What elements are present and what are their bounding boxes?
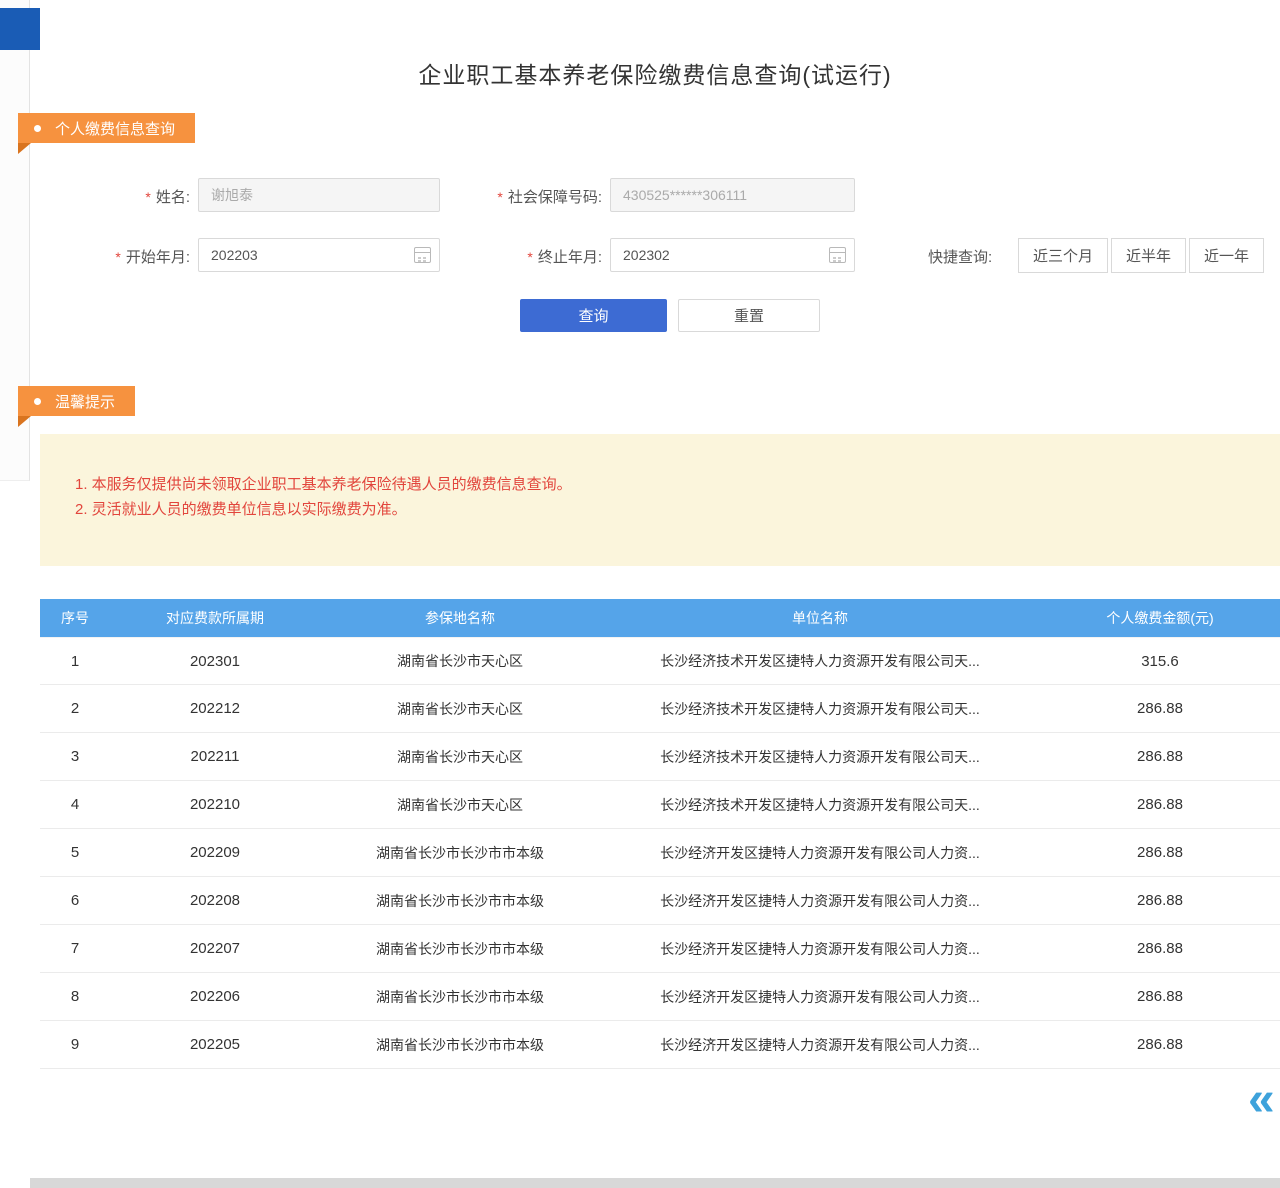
notice-line: 2. 灵活就业人员的缴费单位信息以实际缴费为准。 [75,497,1260,522]
notice-line: 1. 本服务仅提供尚未领取企业职工基本养老保险待遇人员的缴费信息查询。 [75,472,1260,497]
required-asterisk: * [527,249,532,265]
col-header-region: 参保地名称 [320,608,600,628]
table-row: 6 202208 湖南省长沙市长沙市市本级 长沙经济开发区捷特人力资源开发有限公… [40,877,1280,925]
collapse-panel-chevron-icon[interactable]: « [1248,1076,1275,1124]
cell-seq: 4 [40,796,110,813]
cell-company: 长沙经济开发区捷特人力资源开发有限公司人力资... [600,843,1040,863]
sidebar-toggle-tab[interactable] [0,8,40,50]
cell-amount: 286.88 [1040,796,1280,813]
reset-button[interactable]: 重置 [678,299,820,332]
table-row: 1 202301 湖南省长沙市天心区 长沙经济技术开发区捷特人力资源开发有限公司… [40,637,1280,685]
cell-period: 202211 [110,748,320,765]
cell-region: 湖南省长沙市长沙市市本级 [320,939,600,959]
table-row: 2 202212 湖南省长沙市天心区 长沙经济技术开发区捷特人力资源开发有限公司… [40,685,1280,733]
cell-amount: 286.88 [1040,748,1280,765]
table-row: 7 202207 湖南省长沙市长沙市市本级 长沙经济开发区捷特人力资源开发有限公… [40,925,1280,973]
ssn-input[interactable] [610,178,855,212]
table-header-row: 序号 对应费款所属期 参保地名称 单位名称 个人缴费金额(元) [40,599,1280,637]
cell-period: 202212 [110,700,320,717]
cell-amount: 286.88 [1040,940,1280,957]
cell-period: 202205 [110,1036,320,1053]
required-asterisk: * [497,189,502,205]
quick-query-label: 快捷查询: [928,246,992,267]
query-button[interactable]: 查询 [520,299,667,332]
section-header-tips: 温馨提示 [18,386,135,416]
ribbon-fold-decoration [18,143,31,154]
calendar-icon[interactable] [829,247,846,263]
cell-company: 长沙经济开发区捷特人力资源开发有限公司人力资... [600,987,1040,1007]
cell-region: 湖南省长沙市长沙市市本级 [320,843,600,863]
start-month-label: *开始年月: [60,246,190,267]
cell-company: 长沙经济技术开发区捷特人力资源开发有限公司天... [600,795,1040,815]
name-input[interactable] [198,178,440,212]
cell-region: 湖南省长沙市天心区 [320,651,600,671]
cell-period: 202301 [110,653,320,670]
quick-btn-half-year[interactable]: 近半年 [1111,238,1186,273]
cell-seq: 3 [40,748,110,765]
page-root: 企业职工基本养老保险缴费信息查询(试运行) 个人缴费信息查询 *姓名: *社会保… [0,0,1280,1188]
section-header-query: 个人缴费信息查询 [18,113,195,143]
table-body: 1 202301 湖南省长沙市天心区 长沙经济技术开发区捷特人力资源开发有限公司… [40,637,1280,1069]
table-row: 9 202205 湖南省长沙市长沙市市本级 长沙经济开发区捷特人力资源开发有限公… [40,1021,1280,1069]
cell-region: 湖南省长沙市长沙市市本级 [320,1035,600,1055]
quick-query-group: 近三个月 近半年 近一年 [1018,238,1264,273]
cell-amount: 315.6 [1040,653,1280,670]
cell-seq: 2 [40,700,110,717]
cell-period: 202206 [110,988,320,1005]
section-header-query-label: 个人缴费信息查询 [55,118,175,139]
section-header-tips-label: 温馨提示 [55,391,115,412]
cell-amount: 286.88 [1040,844,1280,861]
start-month-input[interactable] [198,238,440,272]
cell-amount: 286.88 [1040,892,1280,909]
cell-region: 湖南省长沙市长沙市市本级 [320,987,600,1007]
cell-seq: 9 [40,1036,110,1053]
cell-company: 长沙经济开发区捷特人力资源开发有限公司人力资... [600,939,1040,959]
table-row: 3 202211 湖南省长沙市天心区 长沙经济技术开发区捷特人力资源开发有限公司… [40,733,1280,781]
end-month-input[interactable] [610,238,855,272]
ssn-label: *社会保障号码: [452,186,602,207]
cell-period: 202210 [110,796,320,813]
cell-region: 湖南省长沙市长沙市市本级 [320,891,600,911]
cell-region: 湖南省长沙市天心区 [320,699,600,719]
ribbon-fold-decoration [18,416,31,427]
cell-seq: 7 [40,940,110,957]
bullet-icon [34,125,41,132]
col-header-period: 对应费款所属期 [110,608,320,628]
page-title: 企业职工基本养老保险缴费信息查询(试运行) [30,56,1280,90]
col-header-company: 单位名称 [600,608,1040,628]
col-header-seq: 序号 [40,608,110,628]
cell-company: 长沙经济开发区捷特人力资源开发有限公司人力资... [600,1035,1040,1055]
calendar-icon[interactable] [414,247,431,263]
cell-period: 202208 [110,892,320,909]
col-header-amount: 个人缴费金额(元) [1040,608,1280,628]
cell-period: 202209 [110,844,320,861]
table-row: 5 202209 湖南省长沙市长沙市市本级 长沙经济开发区捷特人力资源开发有限公… [40,829,1280,877]
bullet-icon [34,398,41,405]
payment-table: 序号 对应费款所属期 参保地名称 单位名称 个人缴费金额(元) 1 202301… [40,599,1280,1069]
required-asterisk: * [145,189,150,205]
cell-company: 长沙经济技术开发区捷特人力资源开发有限公司天... [600,651,1040,671]
cell-amount: 286.88 [1040,700,1280,717]
quick-btn-3-months[interactable]: 近三个月 [1018,238,1108,273]
notice-box: 1. 本服务仅提供尚未领取企业职工基本养老保险待遇人员的缴费信息查询。 2. 灵… [40,434,1280,566]
required-asterisk: * [115,249,120,265]
cell-seq: 6 [40,892,110,909]
table-row: 4 202210 湖南省长沙市天心区 长沙经济技术开发区捷特人力资源开发有限公司… [40,781,1280,829]
cell-seq: 5 [40,844,110,861]
cell-seq: 1 [40,653,110,670]
horizontal-scrollbar[interactable] [30,1178,1280,1188]
cell-period: 202207 [110,940,320,957]
cell-region: 湖南省长沙市天心区 [320,795,600,815]
cell-company: 长沙经济开发区捷特人力资源开发有限公司人力资... [600,891,1040,911]
cell-company: 长沙经济技术开发区捷特人力资源开发有限公司天... [600,747,1040,767]
end-month-label: *终止年月: [452,246,602,267]
cell-amount: 286.88 [1040,1036,1280,1053]
cell-seq: 8 [40,988,110,1005]
cell-region: 湖南省长沙市天心区 [320,747,600,767]
cell-company: 长沙经济技术开发区捷特人力资源开发有限公司天... [600,699,1040,719]
cell-amount: 286.88 [1040,988,1280,1005]
table-row: 8 202206 湖南省长沙市长沙市市本级 长沙经济开发区捷特人力资源开发有限公… [40,973,1280,1021]
quick-btn-one-year[interactable]: 近一年 [1189,238,1264,273]
name-label: *姓名: [60,186,190,207]
